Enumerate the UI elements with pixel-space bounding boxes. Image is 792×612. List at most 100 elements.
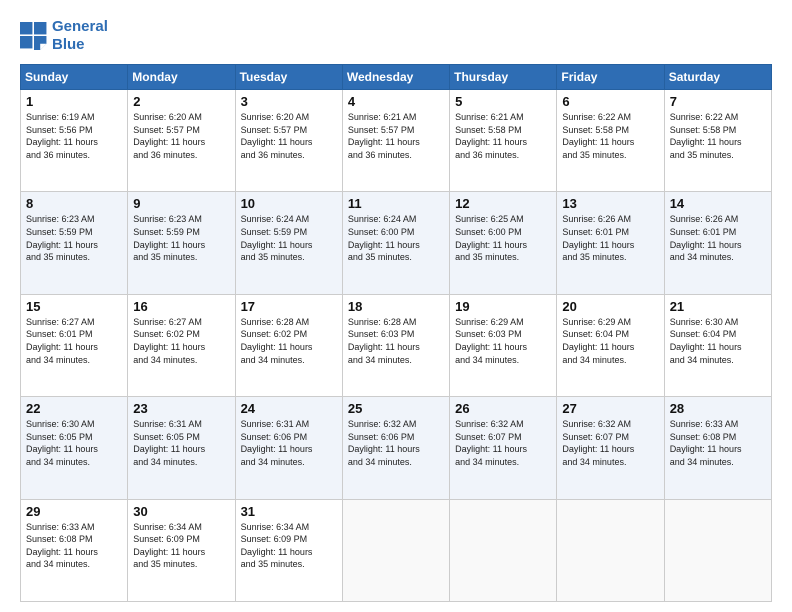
day-number: 8	[26, 196, 122, 211]
table-row: 15Sunrise: 6:27 AM Sunset: 6:01 PM Dayli…	[21, 294, 128, 396]
day-number: 19	[455, 299, 551, 314]
day-number: 10	[241, 196, 337, 211]
day-info: Sunrise: 6:24 AM Sunset: 5:59 PM Dayligh…	[241, 213, 337, 263]
table-row: 2 Sunrise: 6:20 AM Sunset: 5:57 PM Daylig…	[128, 90, 235, 192]
table-row: 3 Sunrise: 6:20 AM Sunset: 5:57 PM Daylig…	[235, 90, 342, 192]
logo-line1: General	[52, 18, 108, 36]
day-info: Sunrise: 6:24 AM Sunset: 6:00 PM Dayligh…	[348, 213, 444, 263]
table-row	[450, 499, 557, 601]
table-row: 17 Sunrise: 6:28 AM Sunset: 6:02 PM Dayli…	[235, 294, 342, 396]
table-row: 6 Sunrise: 6:22 AM Sunset: 5:58 PM Daylig…	[557, 90, 664, 192]
day-info: Sunrise: 6:30 AM Sunset: 6:05 PM Dayligh…	[26, 418, 122, 468]
table-row: 27Sunrise: 6:32 AM Sunset: 6:07 PM Dayli…	[557, 397, 664, 499]
day-number: 31	[241, 504, 337, 519]
day-info: Sunrise: 6:30 AM Sunset: 6:04 PM Dayligh…	[670, 316, 766, 366]
calendar-table: Sunday Monday Tuesday Wednesday Thursday…	[20, 64, 772, 602]
day-number: 23	[133, 401, 229, 416]
day-number: 21	[670, 299, 766, 314]
day-number: 29	[26, 504, 122, 519]
table-row: 13 Sunrise: 6:26 AM Sunset: 6:01 PM Dayli…	[557, 192, 664, 294]
day-number: 2	[133, 94, 229, 109]
table-row: 7 Sunrise: 6:22 AM Sunset: 5:58 PM Daylig…	[664, 90, 771, 192]
table-row: 21 Sunrise: 6:30 AM Sunset: 6:04 PM Dayli…	[664, 294, 771, 396]
day-info: Sunrise: 6:34 AM Sunset: 6:09 PM Dayligh…	[133, 521, 229, 571]
day-info: Sunrise: 6:23 AM Sunset: 5:59 PM Dayligh…	[133, 213, 229, 263]
day-number: 16	[133, 299, 229, 314]
day-info: Sunrise: 6:26 AM Sunset: 6:01 PM Dayligh…	[670, 213, 766, 263]
day-info: Sunrise: 6:19 AM Sunset: 5:56 PM Dayligh…	[26, 111, 122, 161]
day-number: 17	[241, 299, 337, 314]
day-number: 13	[562, 196, 658, 211]
calendar-header-row: Sunday Monday Tuesday Wednesday Thursday…	[21, 65, 772, 90]
day-info: Sunrise: 6:33 AM Sunset: 6:08 PM Dayligh…	[670, 418, 766, 468]
col-tuesday: Tuesday	[235, 65, 342, 90]
day-info: Sunrise: 6:22 AM Sunset: 5:58 PM Dayligh…	[562, 111, 658, 161]
table-row: 12 Sunrise: 6:25 AM Sunset: 6:00 PM Dayli…	[450, 192, 557, 294]
day-number: 26	[455, 401, 551, 416]
table-row: 30 Sunrise: 6:34 AM Sunset: 6:09 PM Dayli…	[128, 499, 235, 601]
day-info: Sunrise: 6:20 AM Sunset: 5:57 PM Dayligh…	[133, 111, 229, 161]
day-info: Sunrise: 6:32 AM Sunset: 6:07 PM Dayligh…	[562, 418, 658, 468]
table-row	[342, 499, 449, 601]
day-number: 24	[241, 401, 337, 416]
day-info: Sunrise: 6:31 AM Sunset: 6:05 PM Dayligh…	[133, 418, 229, 468]
table-row	[557, 499, 664, 601]
calendar-week-row: 22 Sunrise: 6:30 AM Sunset: 6:05 PM Dayli…	[21, 397, 772, 499]
page: General Blue Sunday Monday Tuesday Wedne…	[0, 0, 792, 612]
day-info: Sunrise: 6:29 AM Sunset: 6:03 PM Dayligh…	[455, 316, 551, 366]
table-row: 1 Sunrise: 6:19 AM Sunset: 5:56 PM Daylig…	[21, 90, 128, 192]
day-number: 12	[455, 196, 551, 211]
table-row	[664, 499, 771, 601]
calendar-week-row: 15Sunrise: 6:27 AM Sunset: 6:01 PM Dayli…	[21, 294, 772, 396]
table-row: 25Sunrise: 6:32 AM Sunset: 6:06 PM Dayli…	[342, 397, 449, 499]
logo: General Blue	[20, 18, 108, 54]
day-number: 30	[133, 504, 229, 519]
table-row: 24 Sunrise: 6:31 AM Sunset: 6:06 PM Dayli…	[235, 397, 342, 499]
table-row: 4 Sunrise: 6:21 AM Sunset: 5:57 PM Daylig…	[342, 90, 449, 192]
table-row: 22 Sunrise: 6:30 AM Sunset: 6:05 PM Dayli…	[21, 397, 128, 499]
day-info: Sunrise: 6:23 AM Sunset: 5:59 PM Dayligh…	[26, 213, 122, 263]
table-row: 23 Sunrise: 6:31 AM Sunset: 6:05 PM Dayli…	[128, 397, 235, 499]
col-monday: Monday	[128, 65, 235, 90]
header: General Blue	[20, 18, 772, 54]
day-number: 6	[562, 94, 658, 109]
day-info: Sunrise: 6:31 AM Sunset: 6:06 PM Dayligh…	[241, 418, 337, 468]
col-thursday: Thursday	[450, 65, 557, 90]
day-number: 28	[670, 401, 766, 416]
calendar-week-row: 29 Sunrise: 6:33 AM Sunset: 6:08 PM Dayli…	[21, 499, 772, 601]
day-info: Sunrise: 6:28 AM Sunset: 6:02 PM Dayligh…	[241, 316, 337, 366]
day-number: 20	[562, 299, 658, 314]
table-row: 9Sunrise: 6:23 AM Sunset: 5:59 PM Daylig…	[128, 192, 235, 294]
col-saturday: Saturday	[664, 65, 771, 90]
day-info: Sunrise: 6:21 AM Sunset: 5:57 PM Dayligh…	[348, 111, 444, 161]
day-number: 5	[455, 94, 551, 109]
calendar-week-row: 8 Sunrise: 6:23 AM Sunset: 5:59 PM Daylig…	[21, 192, 772, 294]
table-row: 26 Sunrise: 6:32 AM Sunset: 6:07 PM Dayli…	[450, 397, 557, 499]
day-info: Sunrise: 6:25 AM Sunset: 6:00 PM Dayligh…	[455, 213, 551, 263]
day-number: 18	[348, 299, 444, 314]
day-number: 15	[26, 299, 122, 314]
day-number: 3	[241, 94, 337, 109]
day-info: Sunrise: 6:20 AM Sunset: 5:57 PM Dayligh…	[241, 111, 337, 161]
col-wednesday: Wednesday	[342, 65, 449, 90]
day-info: Sunrise: 6:32 AM Sunset: 6:06 PM Dayligh…	[348, 418, 444, 468]
day-number: 1	[26, 94, 122, 109]
calendar-week-row: 1 Sunrise: 6:19 AM Sunset: 5:56 PM Daylig…	[21, 90, 772, 192]
day-info: Sunrise: 6:28 AM Sunset: 6:03 PM Dayligh…	[348, 316, 444, 366]
table-row: 31 Sunrise: 6:34 AM Sunset: 6:09 PM Dayli…	[235, 499, 342, 601]
table-row: 28 Sunrise: 6:33 AM Sunset: 6:08 PM Dayli…	[664, 397, 771, 499]
table-row: 8 Sunrise: 6:23 AM Sunset: 5:59 PM Daylig…	[21, 192, 128, 294]
day-info: Sunrise: 6:33 AM Sunset: 6:08 PM Dayligh…	[26, 521, 122, 571]
table-row: 16Sunrise: 6:27 AM Sunset: 6:02 PM Dayli…	[128, 294, 235, 396]
day-info: Sunrise: 6:32 AM Sunset: 6:07 PM Dayligh…	[455, 418, 551, 468]
day-number: 7	[670, 94, 766, 109]
table-row: 5Sunrise: 6:21 AM Sunset: 5:58 PM Daylig…	[450, 90, 557, 192]
col-friday: Friday	[557, 65, 664, 90]
day-number: 22	[26, 401, 122, 416]
table-row: 20Sunrise: 6:29 AM Sunset: 6:04 PM Dayli…	[557, 294, 664, 396]
day-info: Sunrise: 6:34 AM Sunset: 6:09 PM Dayligh…	[241, 521, 337, 571]
day-info: Sunrise: 6:22 AM Sunset: 5:58 PM Dayligh…	[670, 111, 766, 161]
day-info: Sunrise: 6:26 AM Sunset: 6:01 PM Dayligh…	[562, 213, 658, 263]
table-row: 14Sunrise: 6:26 AM Sunset: 6:01 PM Dayli…	[664, 192, 771, 294]
day-number: 4	[348, 94, 444, 109]
